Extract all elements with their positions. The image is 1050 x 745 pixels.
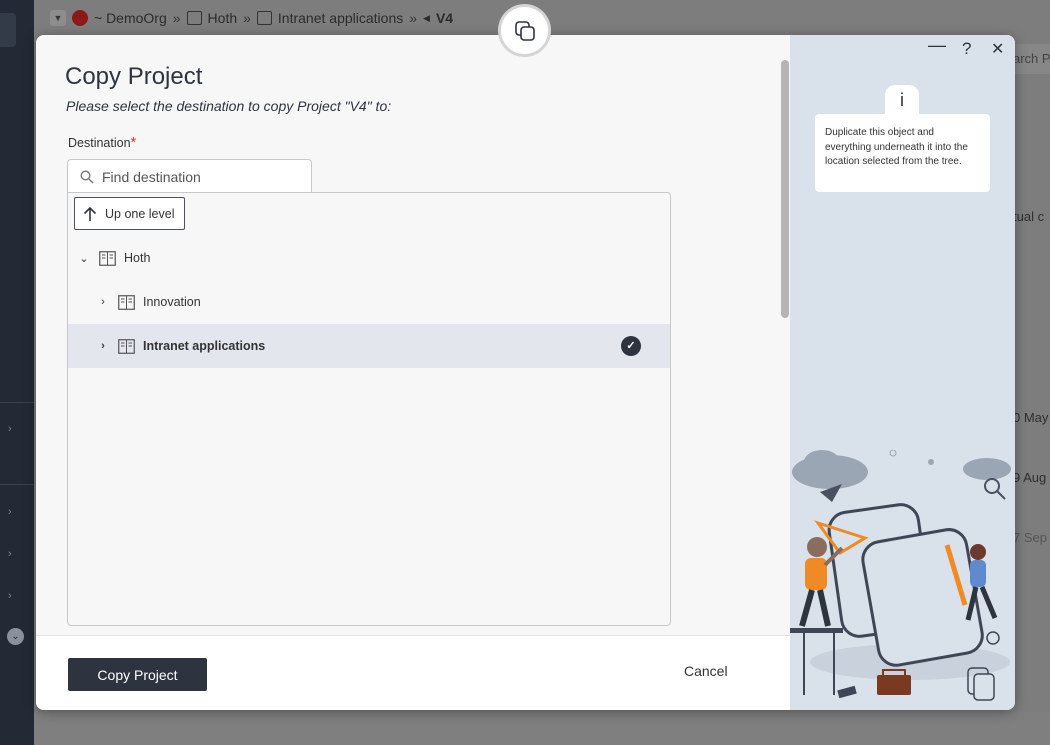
breadcrumb-item[interactable]: Intranet applications xyxy=(278,10,403,26)
sidebar-divider xyxy=(0,484,34,485)
help-side-panel: — ? ✕ i Duplicate this object and everyt… xyxy=(790,35,1015,710)
chevron-down-icon[interactable]: ▼ xyxy=(50,10,66,26)
tree-node-label: Intranet applications xyxy=(143,339,266,353)
close-icon[interactable]: ✕ xyxy=(991,39,1004,59)
dialog-content: Copy Project Please select the destinati… xyxy=(36,35,790,710)
up-one-level-label: Up one level xyxy=(105,206,175,221)
bg-text: 9 Aug xyxy=(1013,470,1047,485)
copy-icon-badge xyxy=(498,4,551,57)
destination-label: Destination* xyxy=(68,134,136,151)
copy-project-button[interactable]: Copy Project xyxy=(68,658,207,691)
breadcrumb-org[interactable]: ~ DemoOrg xyxy=(94,10,167,26)
up-one-level-button[interactable]: Up one level xyxy=(74,197,185,230)
copy-illustration xyxy=(790,450,1011,701)
sidebar-top-button[interactable] xyxy=(0,13,16,47)
minimize-icon[interactable]: — xyxy=(928,35,946,56)
dialog-footer: Copy Project Cancel xyxy=(36,635,790,710)
help-icon[interactable]: ? xyxy=(962,39,971,59)
bg-text: 0 May xyxy=(1013,410,1049,425)
chevron-right-icon[interactable]: › xyxy=(97,340,109,352)
chevron-right-icon[interactable]: › xyxy=(8,589,22,603)
help-tip: Duplicate this object and everything und… xyxy=(815,114,990,192)
copy-project-dialog: Copy Project Please select the destinati… xyxy=(36,35,1015,710)
chevron-right-icon[interactable]: › xyxy=(8,505,22,519)
destination-search xyxy=(67,159,312,193)
project-icon xyxy=(99,250,116,266)
app-sidebar: › › › › ⌄ xyxy=(0,0,34,745)
destination-tree: Up one level ⌄ Hoth › Innovation › Intra… xyxy=(67,192,671,626)
bg-bottom-bar xyxy=(34,712,1050,745)
arrow-up-icon xyxy=(83,206,97,221)
breadcrumb-separator: » xyxy=(243,10,251,26)
breadcrumb-separator: » xyxy=(409,10,418,26)
breadcrumb: ▼ ~ DemoOrg » Hoth » Intranet applicatio… xyxy=(50,8,453,28)
tree-node[interactable]: ⌄ Hoth xyxy=(68,236,670,280)
project-icon xyxy=(186,11,202,25)
copy-icon xyxy=(514,20,535,41)
tree-node-label: Hoth xyxy=(124,251,151,265)
chevron-down-icon[interactable]: ⌄ xyxy=(78,252,90,265)
breadcrumb-item[interactable]: Hoth xyxy=(208,10,238,26)
chevron-right-icon[interactable]: › xyxy=(8,422,22,436)
tree-node-selected[interactable]: › Intranet applications ✓ xyxy=(68,324,670,368)
collapse-circle-icon[interactable]: ⌄ xyxy=(7,628,24,645)
project-icon xyxy=(256,11,272,25)
required-marker: * xyxy=(130,134,137,151)
cancel-button[interactable]: Cancel xyxy=(684,663,728,679)
bg-text: 7 Sep xyxy=(1013,530,1047,545)
info-icon: i xyxy=(885,85,919,115)
org-logo-icon xyxy=(72,10,88,26)
search-icon xyxy=(80,169,94,183)
project-icon xyxy=(118,338,135,354)
breadcrumb-separator: » xyxy=(172,10,181,26)
search-input[interactable] xyxy=(102,168,302,185)
tree-node-label: Innovation xyxy=(143,295,201,309)
chevron-right-icon[interactable]: › xyxy=(97,296,109,308)
bg-text: tual c xyxy=(1013,209,1045,224)
tree-node[interactable]: › Innovation xyxy=(68,280,670,324)
chevron-right-icon[interactable]: › xyxy=(8,547,22,561)
check-icon: ✓ xyxy=(621,336,641,356)
destination-label-text: Destination xyxy=(68,136,131,150)
dialog-title: Copy Project xyxy=(65,63,203,90)
bg-search-text: arch P xyxy=(1013,51,1050,66)
scrollbar[interactable] xyxy=(781,60,789,318)
dialog-subtitle: Please select the destination to copy Pr… xyxy=(66,98,392,114)
project-icon xyxy=(118,294,135,310)
sidebar-divider xyxy=(0,402,34,403)
breadcrumb-current: V4 xyxy=(435,10,454,26)
caret-left-icon: ◀ xyxy=(423,12,430,23)
